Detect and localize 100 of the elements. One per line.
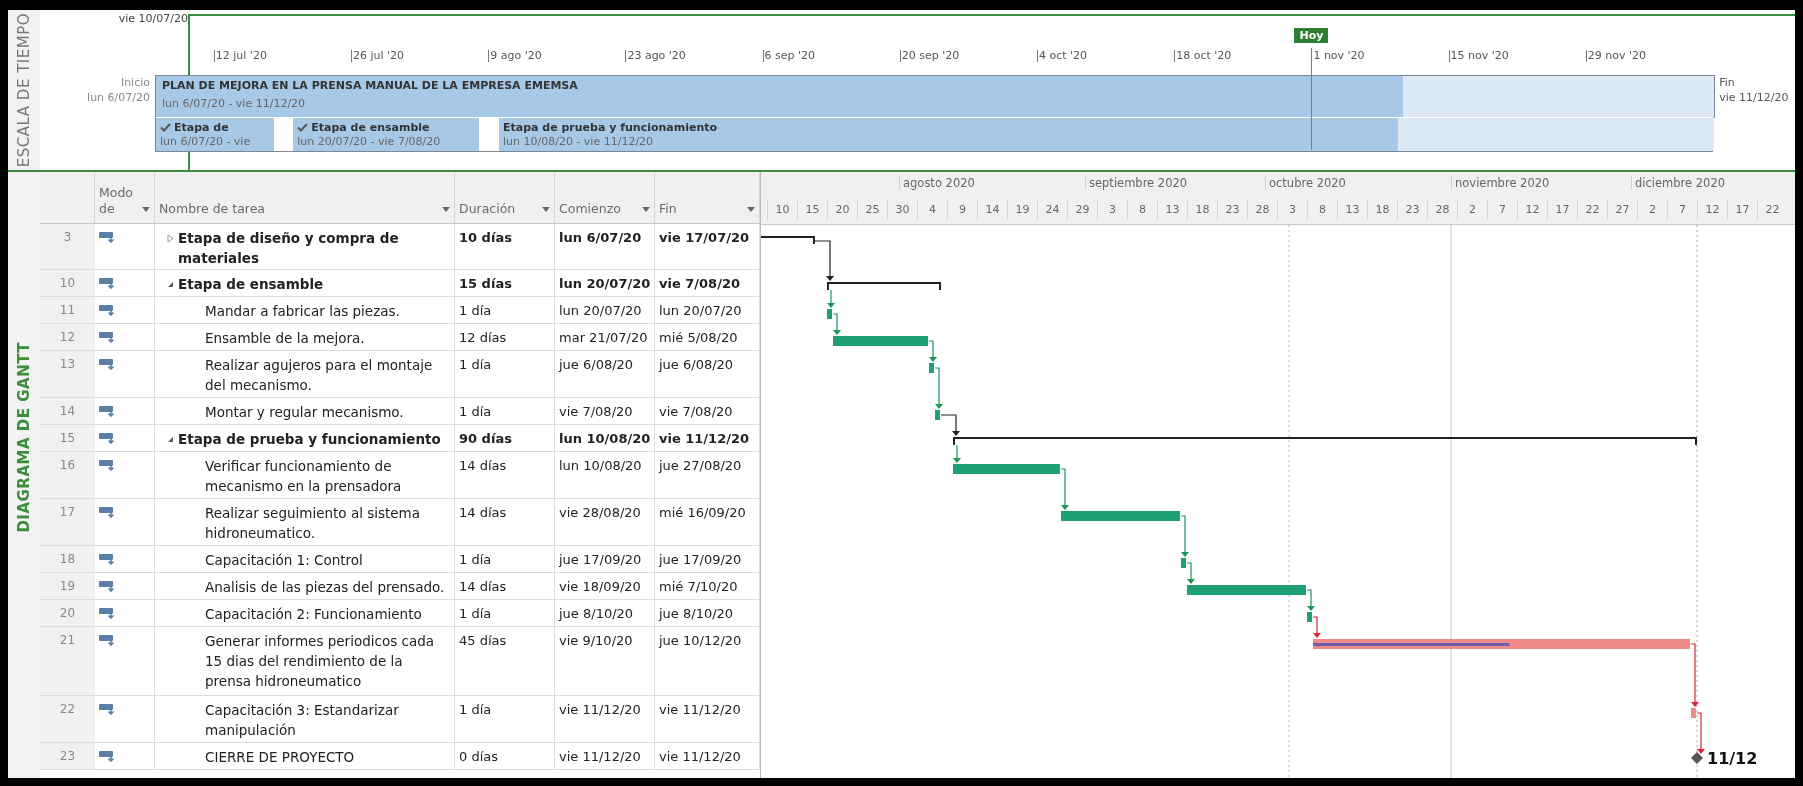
day-label: 15 bbox=[797, 200, 827, 220]
row-number: 21 bbox=[40, 627, 95, 696]
summary-bar[interactable] bbox=[761, 236, 815, 244]
month-label: agosto 2020 bbox=[899, 176, 975, 190]
row-number: 11 bbox=[40, 297, 95, 324]
day-label: 29 bbox=[1067, 200, 1097, 220]
task-name: Capacitación 2: Funcionamiento bbox=[205, 605, 422, 624]
summary-bar[interactable] bbox=[827, 282, 941, 290]
timescale-label: 23 ago '20 bbox=[627, 48, 686, 63]
finish-date-cell-text: vie 7/08/20 bbox=[659, 403, 733, 421]
day-label: 22 bbox=[1757, 200, 1787, 220]
connector-arrow bbox=[928, 340, 937, 362]
view-start-date: vie 10/07/20 bbox=[117, 11, 188, 26]
month-label: octubre 2020 bbox=[1265, 176, 1346, 190]
row-number: 15 bbox=[40, 425, 95, 452]
column-header[interactable]: Modo de bbox=[95, 172, 155, 224]
task-mode-icon bbox=[99, 433, 117, 444]
connector-arrow bbox=[832, 313, 841, 335]
column-header[interactable]: Fin bbox=[655, 172, 760, 224]
finish-date-cell-text: vie 11/12/20 bbox=[659, 430, 750, 448]
dropdown-arrow-icon[interactable] bbox=[442, 207, 450, 212]
timescale-label: 15 nov '20 bbox=[1450, 48, 1509, 63]
day-label: 17 bbox=[1727, 200, 1757, 220]
day-label: 13 bbox=[1157, 200, 1187, 220]
today-flag: Hoy bbox=[1294, 28, 1329, 43]
day-label: 28 bbox=[1247, 200, 1277, 220]
month-label: diciembre 2020 bbox=[1631, 176, 1726, 190]
expanded-triangle-icon[interactable] bbox=[167, 436, 174, 443]
day-label: 14 bbox=[977, 200, 1007, 220]
task-name: Etapa de prueba y funcionamiento bbox=[178, 430, 441, 449]
task-mode-icon bbox=[99, 460, 117, 471]
phase-title: Etapa de prueba y funcionamiento bbox=[503, 120, 718, 135]
task-name: Capacitación 3: Estandarizar manipulación bbox=[205, 701, 400, 740]
finish-date-cell-text: vie 7/08/20 bbox=[659, 275, 740, 293]
finish-date-cell-text: jue 6/08/20 bbox=[659, 356, 734, 374]
timescale-label: 4 oct '20 bbox=[1039, 48, 1088, 63]
duration-cell-text: 1 día bbox=[459, 403, 492, 421]
milestone-label: 11/12 bbox=[1707, 749, 1758, 768]
task-mode-icon bbox=[99, 359, 117, 370]
column-header[interactable]: Duración bbox=[455, 172, 555, 224]
dropdown-arrow-icon[interactable] bbox=[142, 207, 150, 212]
row-number: 14 bbox=[40, 398, 95, 425]
task-name: Montar y regular mecanismo. bbox=[205, 403, 404, 422]
day-label: 19 bbox=[1007, 200, 1037, 220]
phase-dates: lun 6/07/20 - vie bbox=[159, 135, 252, 150]
milestone-diamond[interactable] bbox=[1691, 752, 1703, 764]
duration-cell-text: 0 días bbox=[459, 748, 498, 766]
task-name: Verificar funcionamiento de mecanismo en la prensadora bbox=[205, 457, 403, 496]
connector-arrow bbox=[1690, 643, 1699, 707]
timescale-label: 18 oct '20 bbox=[1176, 48, 1232, 63]
connector-arrow bbox=[814, 240, 834, 281]
start-date-cell-text: lun 6/07/20 bbox=[559, 229, 642, 247]
connector-arrow bbox=[1180, 515, 1189, 557]
day-label: 18 bbox=[1187, 200, 1217, 220]
day-label: 28 bbox=[1427, 200, 1457, 220]
connector-arrow bbox=[1306, 589, 1315, 611]
timescale-label: 1 nov '20 bbox=[1313, 48, 1365, 63]
finish-date-cell-text: mié 7/10/20 bbox=[659, 578, 738, 596]
task-mode-icon bbox=[99, 507, 117, 518]
row-number: 10 bbox=[40, 270, 95, 297]
day-label: 2 bbox=[1457, 200, 1487, 220]
duration-cell-text: 12 días bbox=[459, 329, 507, 347]
summary-bar[interactable] bbox=[953, 437, 1697, 445]
finish-date-cell-text: vie 11/12/20 bbox=[659, 701, 741, 719]
day-label: 3 bbox=[1097, 200, 1127, 220]
day-label: 10 bbox=[767, 200, 797, 220]
connector-arrow bbox=[953, 444, 961, 463]
expanded-triangle-icon[interactable] bbox=[167, 281, 174, 288]
start-date-cell-text: vie 11/12/20 bbox=[559, 748, 641, 766]
connector-arrow bbox=[1696, 712, 1705, 754]
duration-cell-text: 14 días bbox=[459, 457, 507, 475]
task-name: Etapa de diseño y compra de materiales bbox=[178, 229, 400, 268]
phase-bar[interactable]: Etapa de prueba y funcionamiento lun 10/08/20 - vie 11/12/20 bbox=[499, 118, 1715, 151]
column-header[interactable]: Nombre de tarea bbox=[155, 172, 455, 224]
task-mode-icon bbox=[99, 332, 117, 343]
start-date-cell-text: lun 10/08/20 bbox=[559, 457, 642, 475]
duration-cell-text: 14 días bbox=[459, 578, 507, 596]
task-mode-icon bbox=[99, 751, 117, 762]
column-header[interactable]: Comienzo bbox=[555, 172, 655, 224]
project-bar[interactable]: PLAN DE MEJORA EN LA PRENSA MANUAL DE LA EMPRESA EMEMSA lun 6/07/20 - vie 11/12/20 bbox=[155, 75, 1716, 118]
duration-cell-text: 1 día bbox=[459, 356, 492, 374]
phase-bar[interactable]: Etapa de ensamble lun 20/07/20 - vie 7/08/20 bbox=[293, 118, 480, 151]
project-title: PLAN DE MEJORA EN LA PRENSA MANUAL DE LA EMPRESA EMEMSA bbox=[161, 78, 579, 94]
task-name: Generar informes periodicos cada 15 dias del rendimiento de la prensa hidroneumatico bbox=[205, 632, 435, 691]
collapsed-triangle-icon[interactable] bbox=[167, 234, 174, 243]
row-number: 17 bbox=[40, 499, 95, 546]
start-date-cell-text: lun 10/08/20 bbox=[559, 430, 651, 448]
task-mode-icon bbox=[99, 554, 117, 565]
day-label: 27 bbox=[1607, 200, 1637, 220]
dropdown-arrow-icon[interactable] bbox=[542, 207, 550, 212]
finish-date-cell-text: jue 8/10/20 bbox=[659, 605, 734, 623]
row-number: 22 bbox=[40, 696, 95, 743]
timescale-label: 29 nov '20 bbox=[1587, 48, 1647, 63]
dropdown-arrow-icon[interactable] bbox=[747, 207, 755, 212]
phase-title: Etapa de bbox=[174, 120, 229, 135]
connector-arrow bbox=[1312, 616, 1321, 638]
day-label: 8 bbox=[1307, 200, 1337, 220]
phase-bar[interactable]: Etapa de lun 6/07/20 - vie bbox=[156, 118, 274, 151]
dropdown-arrow-icon[interactable] bbox=[642, 207, 650, 212]
task-mode-icon bbox=[99, 608, 117, 619]
